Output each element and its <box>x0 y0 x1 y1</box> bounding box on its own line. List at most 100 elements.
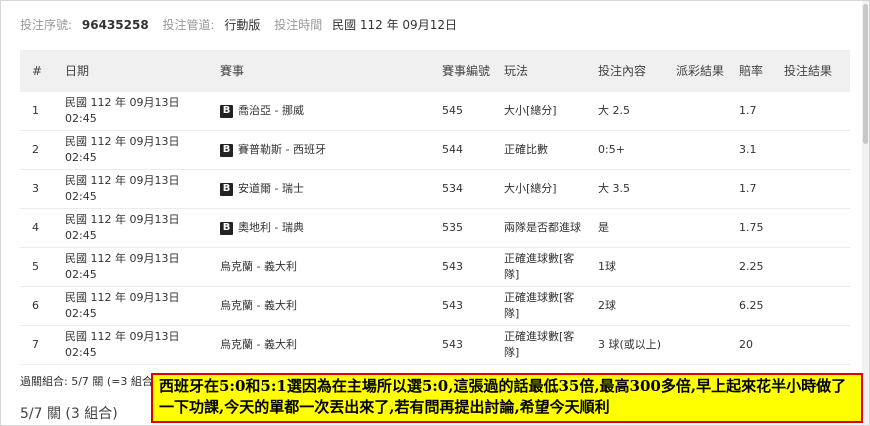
row-code-text: 545 <box>442 104 463 117</box>
row-payout <box>664 170 727 208</box>
header-content: 投注內容 <box>598 64 647 78</box>
row-date: 民國 112 年 09月13日 02:45 <box>53 248 208 286</box>
header-odds: 賠率 <box>739 64 764 78</box>
table-header: # 日期 賽事 賽事編號 玩法 投注內容 派彩結果 賠率 投注結果 <box>20 50 850 92</box>
row-odds-text: 6.25 <box>739 299 764 312</box>
row-match-text: 喬治亞 - 挪威 <box>238 104 304 117</box>
row-odds: 1.7 <box>727 170 772 208</box>
bet-table: # 日期 賽事 賽事編號 玩法 投注內容 派彩結果 賠率 投注結果 1 民國 11… <box>20 50 850 365</box>
row-result <box>772 326 850 364</box>
b-badge-icon: B <box>220 221 233 235</box>
row-odds-text: 1.75 <box>739 221 764 234</box>
row-code-text: 544 <box>442 143 463 156</box>
row-odds: 1.7 <box>727 92 772 130</box>
row-code: 545 <box>430 92 492 130</box>
row-content-text: 3 球(或以上) <box>598 338 662 351</box>
row-num-text: 2 <box>32 143 39 156</box>
row-date-time: 02:45 <box>65 229 97 242</box>
combo-summary-small: 過關組合: 5/7 關 (=3 組合 <box>20 375 153 388</box>
row-num: 1 <box>20 92 53 130</box>
row-match-text: 烏克蘭 - 義大利 <box>220 338 297 351</box>
row-code: 544 <box>430 131 492 169</box>
row-match: B 奧地利 - 瑞典 <box>208 209 430 247</box>
table-row: 5 民國 112 年 09月13日 02:45 烏克蘭 - 義大利 543 正確進球數[客… <box>20 248 850 287</box>
row-content-text: 0:5+ <box>598 143 625 156</box>
row-date: 民國 112 年 09月13日 02:45 <box>53 287 208 325</box>
row-play-text: 正確進球數[客隊] <box>504 291 575 320</box>
b-badge-icon: B <box>220 182 233 196</box>
row-result <box>772 92 850 130</box>
row-match: B 賽普勒斯 - 西班牙 <box>208 131 430 169</box>
header-num: # <box>32 64 43 78</box>
row-play: 正確進球數[客隊] <box>492 248 586 286</box>
row-play-text: 大小[總分] <box>504 182 557 195</box>
table-row: 2 民國 112 年 09月13日 02:45 B 賽普勒斯 - 西班牙 544 正確比數 0… <box>20 131 850 170</box>
row-match: 烏克蘭 - 義大利 <box>208 287 430 325</box>
row-num-text: 3 <box>32 182 39 195</box>
bet-meta: 投注序號: 96435258 投注管道: 行動版 投注時間 民國 112 年 0… <box>20 18 457 32</box>
row-num-text: 1 <box>32 104 39 117</box>
row-play: 正確進球數[客隊] <box>492 326 586 364</box>
b-badge-icon: B <box>220 143 233 157</box>
row-code-text: 535 <box>442 221 463 234</box>
row-play: 大小[總分] <box>492 92 586 130</box>
row-date-day: 民國 112 年 09月13日 <box>65 252 180 265</box>
row-num: 6 <box>20 287 53 325</box>
row-play-text: 正確進球數[客隊] <box>504 330 575 359</box>
row-payout <box>664 326 727 364</box>
row-play: 正確進球數[客隊] <box>492 287 586 325</box>
row-date-day: 民國 112 年 09月13日 <box>65 174 180 187</box>
row-play-text: 大小[總分] <box>504 104 557 117</box>
table-row: 4 民國 112 年 09月13日 02:45 B 奧地利 - 瑞典 535 兩隊是否都進球… <box>20 209 850 248</box>
row-content: 1球 <box>586 248 664 286</box>
row-match: B 安道爾 - 瑞士 <box>208 170 430 208</box>
row-code-text: 534 <box>442 182 463 195</box>
row-num: 5 <box>20 248 53 286</box>
scrollbar-thumb[interactable] <box>863 4 868 144</box>
b-badge-icon: B <box>220 104 233 118</box>
serial-value: 96435258 <box>81 18 149 32</box>
header-result: 投注結果 <box>784 64 833 78</box>
table-row: 1 民國 112 年 09月13日 02:45 B 喬治亞 - 挪威 545 大小[總分] 大… <box>20 92 850 131</box>
row-num: 7 <box>20 326 53 364</box>
row-date-time: 02:45 <box>65 268 97 281</box>
channel-label: 投注管道: <box>162 18 215 32</box>
row-date-time: 02:45 <box>65 346 97 359</box>
row-content: 2球 <box>586 287 664 325</box>
row-payout <box>664 248 727 286</box>
row-date-time: 02:45 <box>65 112 97 125</box>
row-date-day: 民國 112 年 09月13日 <box>65 330 180 343</box>
row-odds-text: 1.7 <box>739 104 757 117</box>
row-match-text: 賽普勒斯 - 西班牙 <box>238 143 326 156</box>
row-code: 543 <box>430 248 492 286</box>
header-play: 玩法 <box>504 64 529 78</box>
row-result <box>772 170 850 208</box>
row-odds-text: 1.7 <box>739 182 757 195</box>
row-match-text: 烏克蘭 - 義大利 <box>220 260 297 273</box>
row-content: 大 2.5 <box>586 92 664 130</box>
row-play: 大小[總分] <box>492 170 586 208</box>
row-match-text: 烏克蘭 - 義大利 <box>220 299 297 312</box>
row-match-text: 安道爾 - 瑞士 <box>238 182 304 195</box>
row-play: 正確比數 <box>492 131 586 169</box>
row-code: 543 <box>430 326 492 364</box>
row-payout <box>664 131 727 169</box>
row-match-text: 奧地利 - 瑞典 <box>238 221 304 234</box>
row-result <box>772 131 850 169</box>
row-code-text: 543 <box>442 260 463 273</box>
header-code: 賽事編號 <box>442 64 491 78</box>
row-odds-text: 3.1 <box>739 143 757 156</box>
row-code: 543 <box>430 287 492 325</box>
row-content-text: 大 3.5 <box>598 182 630 195</box>
time-label: 投注時間 <box>274 18 323 32</box>
row-num-text: 6 <box>32 299 39 312</box>
row-date: 民國 112 年 09月13日 02:45 <box>53 326 208 364</box>
row-code: 534 <box>430 170 492 208</box>
row-odds-text: 2.25 <box>739 260 764 273</box>
row-content: 是 <box>586 209 664 247</box>
row-content-text: 1球 <box>598 260 616 273</box>
header-payout: 派彩結果 <box>676 64 725 78</box>
row-content-text: 是 <box>598 221 609 234</box>
row-play-text: 正確進球數[客隊] <box>504 252 575 281</box>
row-date: 民國 112 年 09月13日 02:45 <box>53 92 208 130</box>
